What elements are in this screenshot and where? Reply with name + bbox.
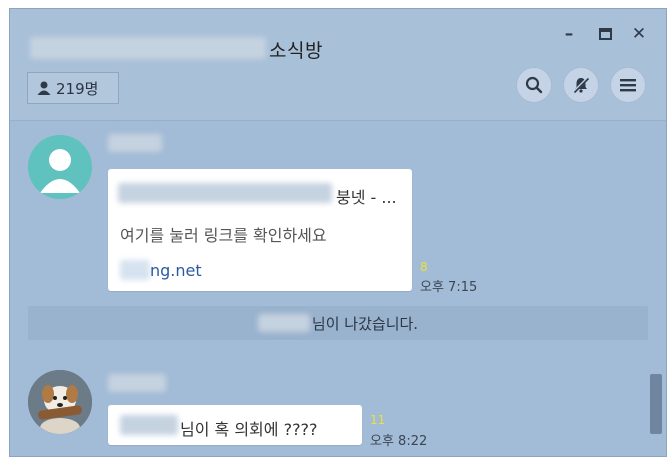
menu-icon <box>620 79 636 92</box>
message-time: 오후 7:15 <box>420 280 478 295</box>
avatar[interactable] <box>28 370 92 434</box>
person-icon <box>37 81 51 95</box>
maximize-button[interactable] <box>594 23 616 45</box>
chat-area[interactable]: 붕넷 - ... 여기를 눌러 링크를 확인하세요 ng.net 8 오후 7:… <box>10 122 666 456</box>
sender-name-blurred <box>108 374 166 392</box>
notification-off-icon <box>572 76 590 94</box>
close-button[interactable]: ✕ <box>628 23 650 45</box>
search-button[interactable] <box>516 67 552 103</box>
sender-name-blurred <box>108 134 162 152</box>
notification-toggle-button[interactable] <box>563 67 599 103</box>
member-count: 219명 <box>56 79 99 98</box>
message-bubble-link[interactable]: 붕넷 - ... 여기를 눌러 링크를 확인하세요 ng.net <box>108 169 412 291</box>
search-icon <box>525 76 543 94</box>
chat-window: 소식방 – ✕ 219명 붕넷 - ... 여기를 눌러 링크를 확인하세요 n… <box>9 8 667 457</box>
message-bubble[interactable]: 님이 혹 의회에 ???? <box>108 405 362 445</box>
room-title: 소식방 <box>269 40 323 62</box>
link-description: 여기를 눌러 링크를 확인하세요 <box>120 226 327 245</box>
member-count-button[interactable]: 219명 <box>27 72 119 104</box>
system-message-text: 님이 나갔습니다. <box>311 314 419 333</box>
leaver-name-blurred <box>257 314 310 332</box>
link-title-suffix: 붕넷 - ... <box>336 188 397 207</box>
avatar[interactable] <box>28 135 92 199</box>
maximize-icon <box>598 28 612 40</box>
message-time: 오후 8:22 <box>370 434 428 449</box>
unread-count: 11 <box>370 413 386 427</box>
scrollbar-thumb[interactable] <box>650 374 662 434</box>
minimize-button[interactable]: – <box>558 23 580 45</box>
message-text: 님이 혹 의회에 ???? <box>180 420 318 439</box>
unread-count: 8 <box>420 260 428 274</box>
menu-button[interactable] <box>610 67 646 103</box>
room-name-blurred <box>30 37 266 59</box>
mention-name-blurred <box>120 415 178 435</box>
link-url-blurred <box>120 260 150 280</box>
chat-header: 소식방 – ✕ 219명 <box>10 9 666 121</box>
system-message: 님이 나갔습니다. <box>28 306 648 340</box>
link-url[interactable]: ng.net <box>150 261 202 280</box>
default-person-icon <box>40 149 80 193</box>
dog-photo <box>28 370 92 434</box>
link-title-blurred <box>118 183 332 203</box>
